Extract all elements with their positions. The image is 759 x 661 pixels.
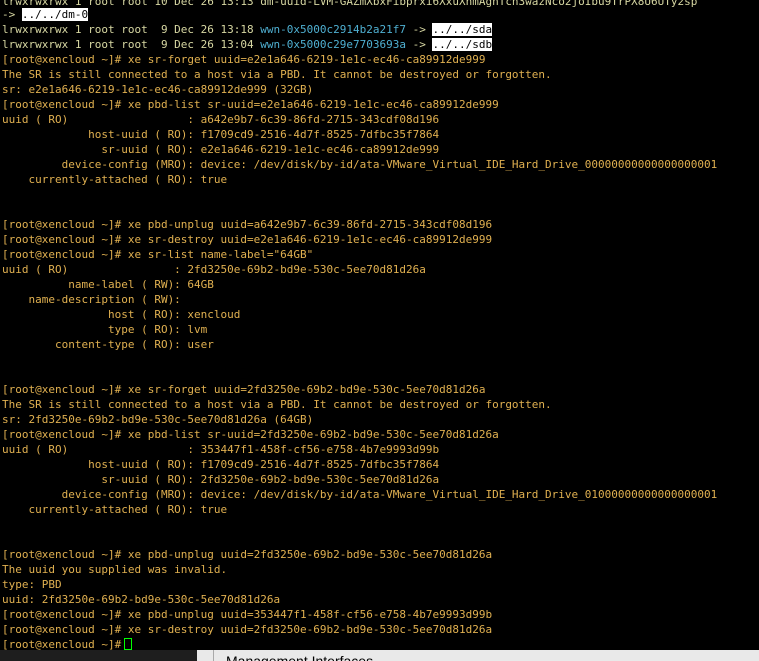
terminal-text: [root@xencloud ~]# bbox=[2, 638, 122, 650]
terminal-line: [root@xencloud ~]# xe sr-forget uuid=2fd… bbox=[2, 382, 485, 397]
terminal-line: sr: 2fd3250e-69b2-bd9e-530c-5ee70d81d26a… bbox=[2, 412, 313, 427]
terminal-line: name-label ( RW): 64GB bbox=[2, 277, 214, 292]
terminal-text: sr: 2fd3250e-69b2-bd9e-530c-5ee70d81d26a… bbox=[2, 413, 314, 426]
terminal-text: uuid ( RO) : 353447f1-458f-cf56-e758-4b7… bbox=[2, 443, 440, 456]
window-divider bbox=[213, 650, 214, 661]
terminal-text: lrwxrwxrwx 1 root root 9 Dec 26 13:18 bbox=[2, 23, 261, 36]
terminal-line: lrwxrwxrwx 1 root root 10 Dec 26 13:13 d… bbox=[2, 0, 697, 9]
terminal-text: sr-uuid ( RO): e2e1a646-6219-1e1c-ec46-c… bbox=[2, 143, 440, 156]
terminal-line: The SR is still connected to a host via … bbox=[2, 67, 552, 82]
terminal-line: [root@xencloud ~]# xe sr-destroy uuid=2f… bbox=[2, 622, 492, 637]
terminal-text: currently-attached ( RO): true bbox=[2, 173, 228, 186]
terminal-text: -> bbox=[405, 23, 433, 36]
highlighted-symlink-target: ../../sdb bbox=[432, 38, 493, 51]
terminal-text: uuid ( RO) : 2fd3250e-69b2-bd9e-530c-5ee… bbox=[2, 263, 426, 276]
terminal-text: device-config (MRO): device: /dev/disk/b… bbox=[2, 488, 718, 501]
terminal-text: sr: e2e1a646-6219-1e1c-ec46-ca89912de999… bbox=[2, 83, 314, 96]
terminal-line: name-description ( RW): bbox=[2, 292, 181, 307]
terminal-text: The SR is still connected to a host via … bbox=[2, 68, 552, 81]
terminal-text: The uuid you supplied was invalid. bbox=[2, 563, 228, 576]
terminal-line: currently-attached ( RO): true bbox=[2, 172, 227, 187]
terminal-text: [root@xencloud ~]# xe sr-destroy uuid=e2… bbox=[2, 233, 493, 246]
terminal-text: [root@xencloud ~]# xe sr-forget uuid=2fd… bbox=[2, 383, 486, 396]
terminal-line: uuid ( RO) : 353447f1-458f-cf56-e758-4b7… bbox=[2, 442, 439, 457]
terminal-text: sr-uuid ( RO): 2fd3250e-69b2-bd9e-530c-5… bbox=[2, 473, 440, 486]
terminal-text: The SR is still connected to a host via … bbox=[2, 398, 552, 411]
terminal-text: lrwxrwxrwx 1 root root 9 Dec 26 13:04 bbox=[2, 38, 261, 51]
terminal-text: uuid: 2fd3250e-69b2-bd9e-530c-5ee70d81d2… bbox=[2, 593, 281, 606]
terminal-text: [root@xencloud ~]# xe pbd-unplug uuid=a6… bbox=[2, 218, 493, 231]
terminal-line: content-type ( RO): user bbox=[2, 337, 214, 352]
terminal-text: [root@xencloud ~]# xe sr-forget uuid=e2e… bbox=[2, 53, 486, 66]
background-window: Management Interfaces bbox=[0, 650, 759, 661]
terminal-text: type: PBD bbox=[2, 578, 62, 591]
terminal-line: sr: e2e1a646-6219-1e1c-ec46-ca89912de999… bbox=[2, 82, 313, 97]
terminal-line: lrwxrwxrwx 1 root root 9 Dec 26 13:04 ww… bbox=[2, 37, 493, 52]
text-cursor bbox=[124, 638, 133, 650]
terminal-line: sr-uuid ( RO): e2e1a646-6219-1e1c-ec46-c… bbox=[2, 142, 439, 157]
terminal-text: device-config (MRO): device: /dev/disk/b… bbox=[2, 158, 718, 171]
terminal-text: name-description ( RW): bbox=[2, 293, 181, 306]
terminal-output[interactable]: lrwxrwxrwx 1 root root 10 Dec 26 13:13 d… bbox=[0, 0, 759, 650]
highlighted-symlink-target: ../../sda bbox=[432, 23, 493, 36]
terminal-text: type ( RO): lvm bbox=[2, 323, 208, 336]
terminal-line: sr-uuid ( RO): 2fd3250e-69b2-bd9e-530c-5… bbox=[2, 472, 439, 487]
terminal-line: [root@xencloud ~]# xe pbd-unplug uuid=a6… bbox=[2, 217, 492, 232]
terminal-text: currently-attached ( RO): true bbox=[2, 503, 228, 516]
terminal-text: name-label ( RW): 64GB bbox=[2, 278, 214, 291]
highlighted-symlink-target: ../../dm-0 bbox=[21, 8, 89, 21]
terminal-text: content-type ( RO): user bbox=[2, 338, 214, 351]
management-interfaces-label: Management Interfaces bbox=[226, 653, 374, 661]
terminal-line: [root@xencloud ~]# xe sr-list name-label… bbox=[2, 247, 313, 262]
terminal-line: host-uuid ( RO): f1709cd9-2516-4d7f-8525… bbox=[2, 457, 439, 472]
terminal-line: [root@xencloud ~]# xe pbd-list sr-uuid=2… bbox=[2, 427, 499, 442]
symlink-name: wwn-0x5000c2914b2a21f7 bbox=[260, 23, 406, 36]
terminal-text: [root@xencloud ~]# xe sr-destroy uuid=2f… bbox=[2, 623, 493, 636]
terminal-text: [root@xencloud ~]# xe pbd-list sr-uuid=2… bbox=[2, 428, 499, 441]
terminal-line: -> ../../dm-0 bbox=[2, 7, 89, 22]
terminal-line: lrwxrwxrwx 1 root root 9 Dec 26 13:18 ww… bbox=[2, 22, 493, 37]
terminal-line: host-uuid ( RO): f1709cd9-2516-4d7f-8525… bbox=[2, 127, 439, 142]
terminal-line: [root@xencloud ~]# xe pbd-unplug uuid=2f… bbox=[2, 547, 492, 562]
symlink-name: wwn-0x5000c29e7703693a bbox=[260, 38, 406, 51]
terminal-line: The SR is still connected to a host via … bbox=[2, 397, 552, 412]
terminal-text: host-uuid ( RO): f1709cd9-2516-4d7f-8525… bbox=[2, 128, 440, 141]
terminal-line: currently-attached ( RO): true bbox=[2, 502, 227, 517]
terminal-line: type ( RO): lvm bbox=[2, 322, 207, 337]
terminal-text: lrwxrwxrwx 1 root root 10 Dec 26 13:13 d… bbox=[2, 0, 698, 8]
terminal-text: [root@xencloud ~]# xe pbd-unplug uuid=35… bbox=[2, 608, 493, 621]
terminal-text: [root@xencloud ~]# xe sr-list name-label… bbox=[2, 248, 314, 261]
terminal-line: device-config (MRO): device: /dev/disk/b… bbox=[2, 487, 718, 502]
terminal-line: [root@xencloud ~]# xe sr-destroy uuid=e2… bbox=[2, 232, 492, 247]
terminal-line: [root@xencloud ~]# xe sr-forget uuid=e2e… bbox=[2, 52, 485, 67]
terminal-text: host ( RO): xencloud bbox=[2, 308, 241, 321]
taskbar-fragment bbox=[0, 650, 197, 661]
terminal-text: [root@xencloud ~]# xe pbd-list sr-uuid=e… bbox=[2, 98, 499, 111]
terminal-line: The uuid you supplied was invalid. bbox=[2, 562, 227, 577]
terminal-text: -> bbox=[2, 8, 22, 21]
terminal-line: [root@xencloud ~]# bbox=[2, 637, 133, 650]
terminal-text: -> bbox=[405, 38, 433, 51]
terminal-text: uuid ( RO) : a642e9b7-6c39-86fd-2715-343… bbox=[2, 113, 440, 126]
terminal-line: uuid ( RO) : a642e9b7-6c39-86fd-2715-343… bbox=[2, 112, 439, 127]
terminal-line: device-config (MRO): device: /dev/disk/b… bbox=[2, 157, 718, 172]
terminal-line: uuid: 2fd3250e-69b2-bd9e-530c-5ee70d81d2… bbox=[2, 592, 280, 607]
terminal-text: [root@xencloud ~]# xe pbd-unplug uuid=2f… bbox=[2, 548, 493, 561]
terminal-line: type: PBD bbox=[2, 577, 62, 592]
terminal-line: uuid ( RO) : 2fd3250e-69b2-bd9e-530c-5ee… bbox=[2, 262, 426, 277]
terminal-text: host-uuid ( RO): f1709cd9-2516-4d7f-8525… bbox=[2, 458, 440, 471]
terminal-line: host ( RO): xencloud bbox=[2, 307, 240, 322]
terminal-line: [root@xencloud ~]# xe pbd-list sr-uuid=e… bbox=[2, 97, 499, 112]
terminal-line: [root@xencloud ~]# xe pbd-unplug uuid=35… bbox=[2, 607, 492, 622]
